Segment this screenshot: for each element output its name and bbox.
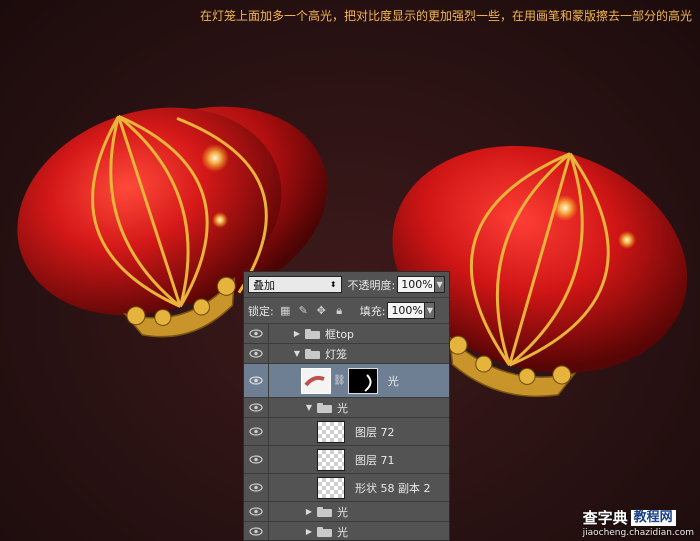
lock-position-icon[interactable]: ✥	[315, 304, 328, 317]
folder-icon	[317, 526, 332, 537]
select-arrows-icon: ⬍	[329, 280, 337, 289]
layer-name: 图层 72	[355, 425, 395, 439]
opacity-input[interactable]: 100%	[397, 276, 436, 293]
layer-row-group[interactable]: ▶ 光	[244, 502, 449, 522]
collapse-arrow-icon[interactable]: ▶	[291, 329, 303, 338]
layer-row[interactable]: 图层 72	[244, 418, 449, 446]
layer-row[interactable]: 图层 71	[244, 446, 449, 474]
folder-icon	[317, 506, 332, 517]
fill-input[interactable]: 100%	[387, 302, 426, 319]
folder-open-icon	[317, 402, 332, 413]
layer-name: 框top	[325, 327, 355, 341]
visibility-eye-icon[interactable]	[244, 398, 269, 417]
layer-name: 光	[337, 505, 348, 519]
layer-name: 光	[337, 525, 348, 539]
layer-name: 灯笼	[325, 347, 347, 361]
visibility-eye-icon[interactable]	[244, 418, 269, 445]
collapse-arrow-icon[interactable]: ▶	[303, 527, 315, 536]
layer-mask-thumbnail[interactable]	[347, 367, 378, 394]
layer-thumbnail[interactable]	[301, 367, 331, 394]
layer-name: 光	[337, 401, 348, 415]
visibility-eye-icon[interactable]	[244, 474, 269, 501]
opacity-dropdown-icon[interactable]: ▼	[435, 276, 445, 293]
watermark-brand: 查字典	[582, 509, 628, 527]
fill-dropdown-icon[interactable]: ▼	[425, 302, 436, 319]
layer-thumbnail[interactable]	[317, 420, 345, 443]
mask-link-icon[interactable]: ⛓	[333, 375, 346, 386]
visibility-eye-icon[interactable]	[244, 344, 269, 363]
layers-panel: 叠加 ⬍ 不透明度: 100% ▼ 锁定: ▦ ✎ ✥ 🔒︎ 填充: 100% …	[243, 271, 450, 541]
layer-name: 光	[387, 374, 399, 388]
layer-row-group[interactable]: ▶ 框top	[244, 324, 449, 344]
lock-image-pixels-icon[interactable]: ✎	[297, 304, 310, 317]
expand-arrow-icon[interactable]: ▼	[291, 349, 303, 358]
visibility-eye-icon[interactable]	[244, 364, 269, 397]
folder-open-icon	[305, 348, 320, 359]
collapse-arrow-icon[interactable]: ▶	[303, 507, 315, 516]
visibility-eye-icon[interactable]	[244, 502, 269, 521]
layer-row-group[interactable]: ▶ 光	[244, 522, 449, 540]
layer-row-group[interactable]: ▼ 灯笼	[244, 344, 449, 364]
visibility-eye-icon[interactable]	[244, 522, 269, 540]
mask-shape-icon	[364, 373, 372, 392]
visibility-eye-icon[interactable]	[244, 324, 269, 343]
fill-label: 填充:	[359, 304, 386, 318]
opacity-label: 不透明度:	[347, 278, 396, 292]
lock-transparent-pixels-icon[interactable]: ▦	[279, 304, 292, 317]
expand-arrow-icon[interactable]: ▼	[303, 403, 315, 412]
blend-mode-value: 叠加	[253, 278, 275, 292]
layer-thumbnail[interactable]	[317, 476, 345, 499]
folder-icon	[305, 328, 320, 339]
layer-row-selected[interactable]: ⛓ 光	[244, 364, 449, 398]
layer-name: 图层 71	[355, 453, 395, 467]
watermark-url: jiaocheng.chazidian.com	[582, 528, 694, 538]
lock-all-icon[interactable]: 🔒︎	[333, 304, 346, 317]
visibility-eye-icon[interactable]	[244, 446, 269, 473]
lock-fill-row: 锁定: ▦ ✎ ✥ 🔒︎ 填充: 100% ▼	[244, 298, 449, 324]
site-watermark: 查字典 教程网 jiaocheng.chazidian.com	[583, 507, 694, 538]
tutorial-caption: 在灯笼上面加多一个高光，把对比度显示的更加强烈一些，在用画笔和蒙版擦去一部分的高…	[199, 9, 692, 23]
layer-row[interactable]: 形状 58 副本 2	[244, 474, 449, 502]
layer-row-group[interactable]: ▼ 光	[244, 398, 449, 418]
blend-options-row: 叠加 ⬍ 不透明度: 100% ▼	[244, 272, 449, 298]
watermark-box: 教程网	[630, 509, 676, 526]
lock-label: 锁定:	[248, 304, 274, 318]
layer-content-icon	[304, 375, 325, 386]
layer-thumbnail[interactable]	[317, 448, 345, 471]
layer-name: 形状 58 副本 2	[355, 481, 431, 495]
blend-mode-select[interactable]: 叠加 ⬍	[248, 276, 342, 293]
